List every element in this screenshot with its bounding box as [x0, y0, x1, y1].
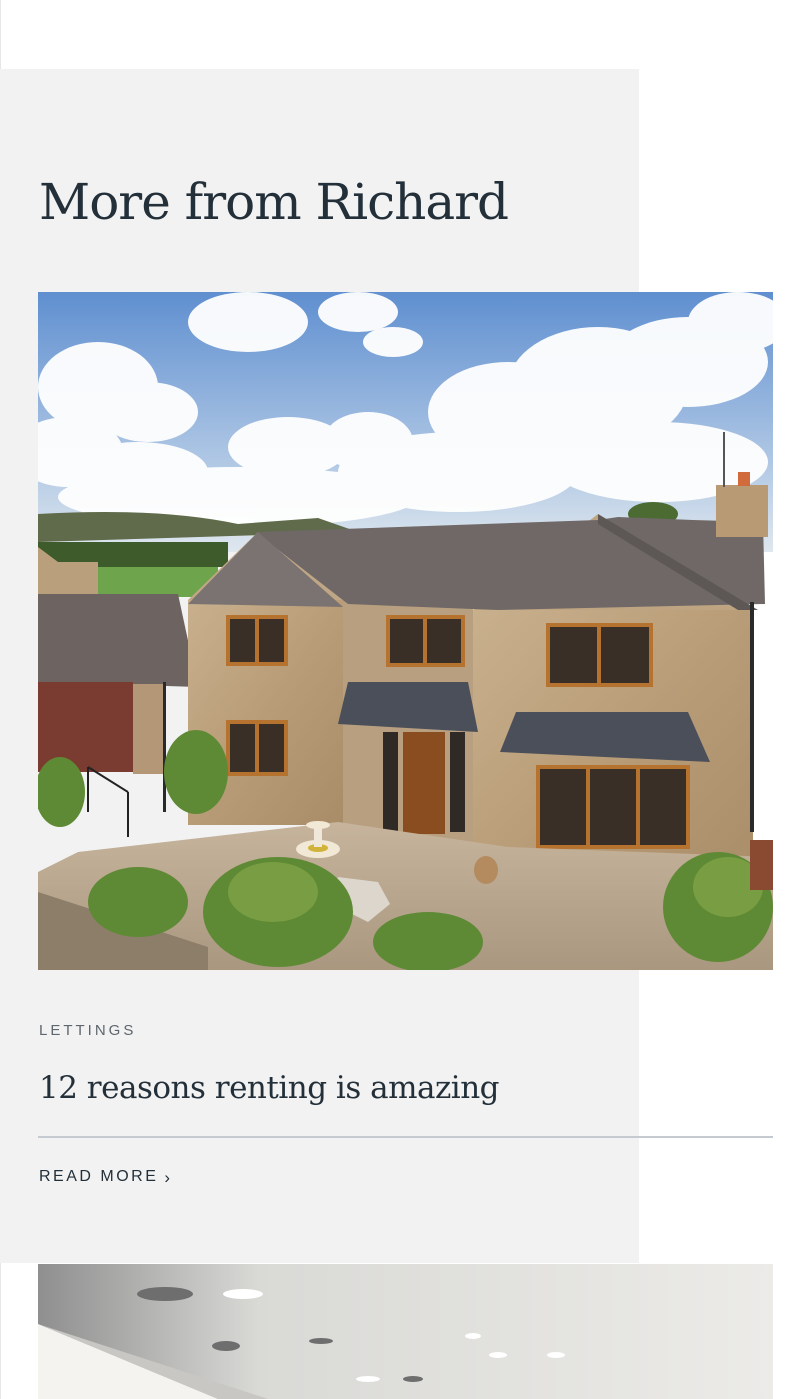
article-card-image[interactable]: [38, 292, 773, 970]
read-more-label: READ MORE: [39, 1168, 159, 1185]
read-more-link[interactable]: READ MORE ›: [39, 1166, 170, 1188]
article-card-image-2[interactable]: [38, 1264, 773, 1399]
chevron-right-icon: ›: [164, 1167, 171, 1187]
section-title: More from Richard: [39, 173, 509, 231]
article-category: LETTINGS: [39, 1022, 137, 1039]
article-title[interactable]: 12 reasons renting is amazing: [39, 1066, 500, 1110]
card-divider: [38, 1136, 773, 1138]
